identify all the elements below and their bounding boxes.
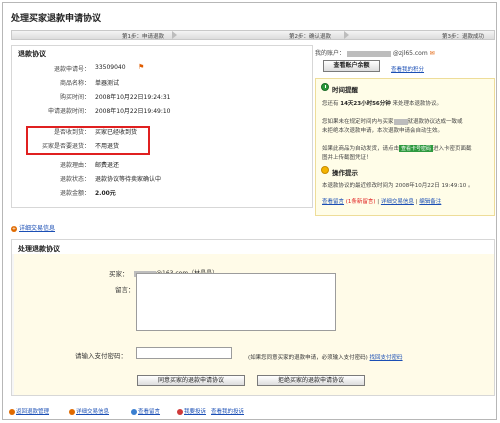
agree-refund-button[interactable]: 同意买家的退款申请协议 <box>137 375 245 386</box>
complaint-icon <box>177 408 183 415</box>
new-message-count[interactable]: (1条新留言) <box>346 199 376 205</box>
info-row-item-name: 商品名称： 单器测试 <box>59 80 120 87</box>
password-label: 请输入支付密码： <box>75 352 127 360</box>
plus-icon: + <box>11 225 17 232</box>
reminder-line-4: 如果此商品为自动发货，请点击 查看卡号密码 进入卡密页面截 <box>322 145 472 152</box>
info-row-request-time: 申请退款时间： 2008年10月22日19:49:10 <box>47 108 171 115</box>
info-row-refund-no: 退款申请号： 33509040 ⚑ <box>53 63 145 73</box>
complaint-link[interactable]: 我要投诉 <box>177 407 206 415</box>
right-panel: 我的账户： @zjl65.com ✉ 查看账户余额 查看我的积分 时间提醒 您还… <box>315 45 495 218</box>
footer-trade-detail-link[interactable]: 详细交易信息 <box>69 407 109 415</box>
refund-agreement-panel: 退款协议 退款申请号： 33509040 ⚑ 商品名称： 单器测试 购买时间： … <box>11 45 313 208</box>
step-3: 第3步：退款成功 <box>442 34 484 40</box>
info-row-amount: 退款金额： 2.00元 <box>59 190 116 197</box>
page-title: 处理买家退款申请协议 <box>11 14 102 24</box>
highlight-box <box>26 126 150 155</box>
retrieve-password-link[interactable]: 找回支付密码 <box>370 355 403 361</box>
info-row-purchase-time: 购买时间： 2008年10月22日19:24:31 <box>59 94 171 101</box>
footer-view-messages-link[interactable]: 查看留言 <box>131 407 160 415</box>
payment-password-input[interactable] <box>136 347 232 359</box>
detail-trade-link[interactable]: + 详细交易信息 <box>11 223 55 232</box>
reminder-line-5: 图并上传截图凭证！ <box>322 155 372 161</box>
password-hint: (如果您同意买家的退款申请，必须输入支付密码) 找回支付密码 <box>248 355 403 361</box>
time-reminder-title: 时间提醒 <box>332 86 358 94</box>
edit-note-link[interactable]: 编辑备注 <box>419 199 441 205</box>
reminder-line-3: 未拒绝本次退款申请，本次退款申请会自动生效。 <box>322 128 444 134</box>
view-messages-link[interactable]: 查看留言 <box>322 199 344 205</box>
chevron-right-icon <box>344 31 349 39</box>
reject-refund-button[interactable]: 拒绝买家的退款申请协议 <box>257 375 365 386</box>
redacted-account <box>346 50 391 57</box>
view-card-password-button[interactable]: 查看卡号密码 <box>399 145 434 152</box>
envelope-icon[interactable]: ✉ <box>430 50 435 57</box>
account-line: 我的账户： @zjl65.com ✉ <box>315 50 435 57</box>
chevron-right-icon <box>172 31 177 39</box>
progress-steps: 第1步：申请退款 第2步：确认退款 第3步：退款成功 <box>11 30 495 40</box>
plus-icon <box>69 408 75 415</box>
footer-links: 返回退款管理 详细交易信息 查看留言 我要投诉 查看我的投诉 <box>9 407 497 417</box>
flag-icon[interactable]: ⚑ <box>138 63 144 71</box>
info-row-status: 退款状态： 退款协议等待卖家确认中 <box>59 176 162 183</box>
process-heading: 处理退款协议 <box>12 240 494 254</box>
op-tips-line: 本退款协议的最近修改时间为 2008年10月22日 19:49:10 。 <box>322 183 474 189</box>
reminder-line-1: 您还有 14天23小时56分钟 来处理本退款协议。 <box>322 101 442 107</box>
op-tips-links: 查看留言 (1条新留言) | 详细交易信息 | 编辑备注 <box>322 199 442 205</box>
main-frame: 处理买家退款申请协议 第1步：申请退款 第2步：确认退款 第3步：退款成功 退款… <box>2 2 497 420</box>
refund-heading: 退款协议 <box>18 50 46 58</box>
view-points-link[interactable]: 查看我的积分 <box>391 65 424 73</box>
reminder-line-2: 您如果未在规定时间内与买家 就退款协议达成一致或 <box>322 118 463 125</box>
lightbulb-icon <box>321 166 329 174</box>
countdown: 14天23小时56分钟 <box>340 101 391 107</box>
clock-icon <box>321 83 329 91</box>
back-arrow-icon <box>9 408 15 415</box>
buyer-label: 买家： <box>109 270 129 278</box>
trade-detail-link[interactable]: 详细交易信息 <box>381 199 414 205</box>
view-balance-button[interactable]: 查看账户余额 <box>323 60 380 72</box>
notice-box: 时间提醒 您还有 14天23小时56分钟 来处理本退款协议。 您如果未在规定时间… <box>315 78 495 216</box>
back-refund-management-link[interactable]: 返回退款管理 <box>9 407 49 415</box>
op-tips-title: 操作提示 <box>332 169 358 177</box>
message-label: 留言： <box>115 286 135 294</box>
message-textarea[interactable] <box>136 273 336 331</box>
step-2: 第2步：确认退款 <box>289 34 331 40</box>
message-icon <box>131 408 137 415</box>
view-complaints-link[interactable]: 查看我的投诉 <box>211 407 244 415</box>
step-1: 第1步：申请退款 <box>122 34 164 40</box>
info-row-reason: 退款理由： 邮费退还 <box>59 162 120 169</box>
